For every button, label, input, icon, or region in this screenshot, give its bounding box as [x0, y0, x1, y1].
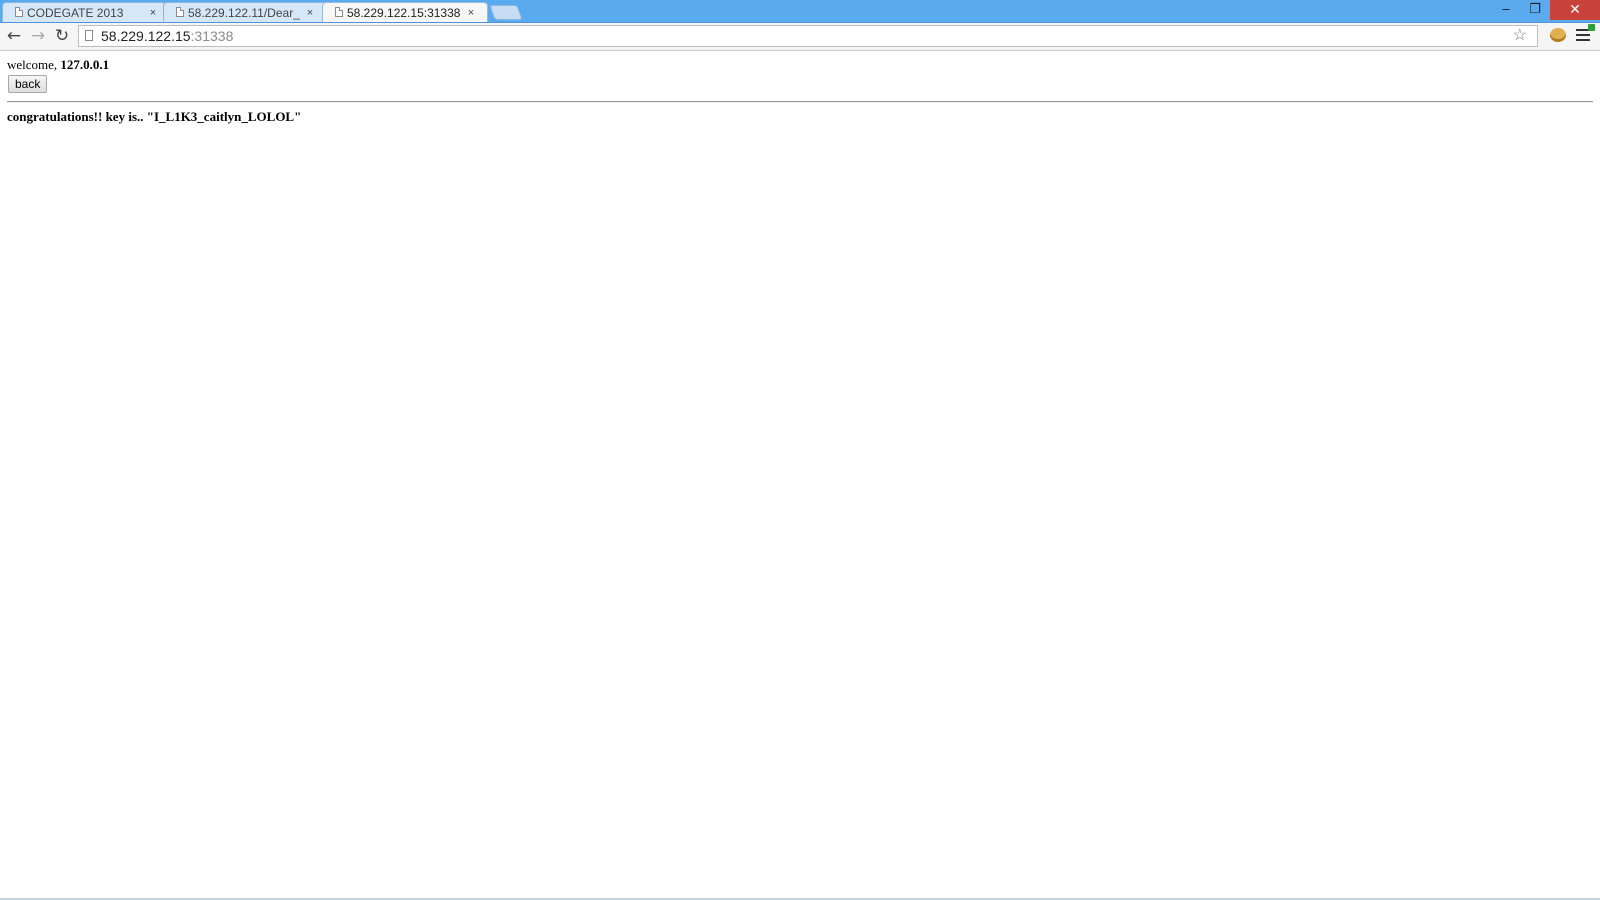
page-icon	[85, 30, 93, 41]
back-arrow-icon[interactable]: ←	[4, 26, 24, 46]
welcome-text: welcome, 127.0.0.1	[7, 57, 109, 73]
url-port: :31338	[190, 28, 234, 44]
close-window-button[interactable]: ✕	[1550, 0, 1600, 20]
menu-bar	[1576, 39, 1590, 41]
tab-close-icon[interactable]: ×	[465, 4, 477, 22]
menu-icon[interactable]	[1576, 29, 1590, 43]
bookmark-star-icon[interactable]: ☆	[1513, 26, 1527, 46]
extension-icon[interactable]	[1550, 28, 1566, 42]
menu-bar	[1576, 34, 1590, 36]
tab-close-icon[interactable]: ×	[147, 4, 159, 22]
browser-toolbar: ← → ↻ 58.229.122.15:31338 ☆	[0, 23, 1600, 51]
tab-title: CODEGATE 2013	[27, 6, 124, 20]
tab-title: 58.229.122.11/Dear_S	[188, 6, 300, 20]
page-content: welcome, 127.0.0.1 back congratulations!…	[0, 51, 1600, 898]
tab-dear[interactable]: 58.229.122.11/Dear_S ×	[163, 2, 327, 22]
page-icon	[15, 7, 23, 17]
page-icon	[335, 7, 343, 17]
url-text[interactable]: 58.229.122.15:31338	[101, 26, 233, 46]
forward-arrow-icon[interactable]: →	[28, 26, 48, 46]
back-button[interactable]: back	[8, 75, 48, 93]
minimize-button[interactable]: ‒	[1492, 0, 1520, 20]
tab-title: 58.229.122.15:31338	[347, 6, 461, 20]
maximize-button[interactable]: ❐	[1521, 0, 1549, 20]
tab-strip: CODEGATE 2013 × 58.229.122.11/Dear_S × 5…	[0, 0, 1600, 23]
new-tab-button[interactable]	[489, 5, 523, 20]
url-host: 58.229.122.15	[101, 28, 191, 44]
tab-codegate[interactable]: CODEGATE 2013 ×	[2, 2, 166, 22]
page-icon	[176, 7, 184, 17]
key-message: congratulations!! key is.. "I_L1K3_caitl…	[7, 109, 302, 124]
tab-close-icon[interactable]: ×	[304, 4, 316, 22]
tab-current[interactable]: 58.229.122.15:31338 ×	[322, 2, 488, 22]
reload-icon[interactable]: ↻	[52, 26, 72, 46]
welcome-ip: 127.0.0.1	[60, 57, 110, 72]
divider	[7, 101, 1593, 103]
welcome-prefix: welcome,	[7, 57, 58, 72]
address-bar[interactable]: 58.229.122.15:31338 ☆	[78, 25, 1538, 47]
update-badge-icon	[1588, 24, 1595, 31]
